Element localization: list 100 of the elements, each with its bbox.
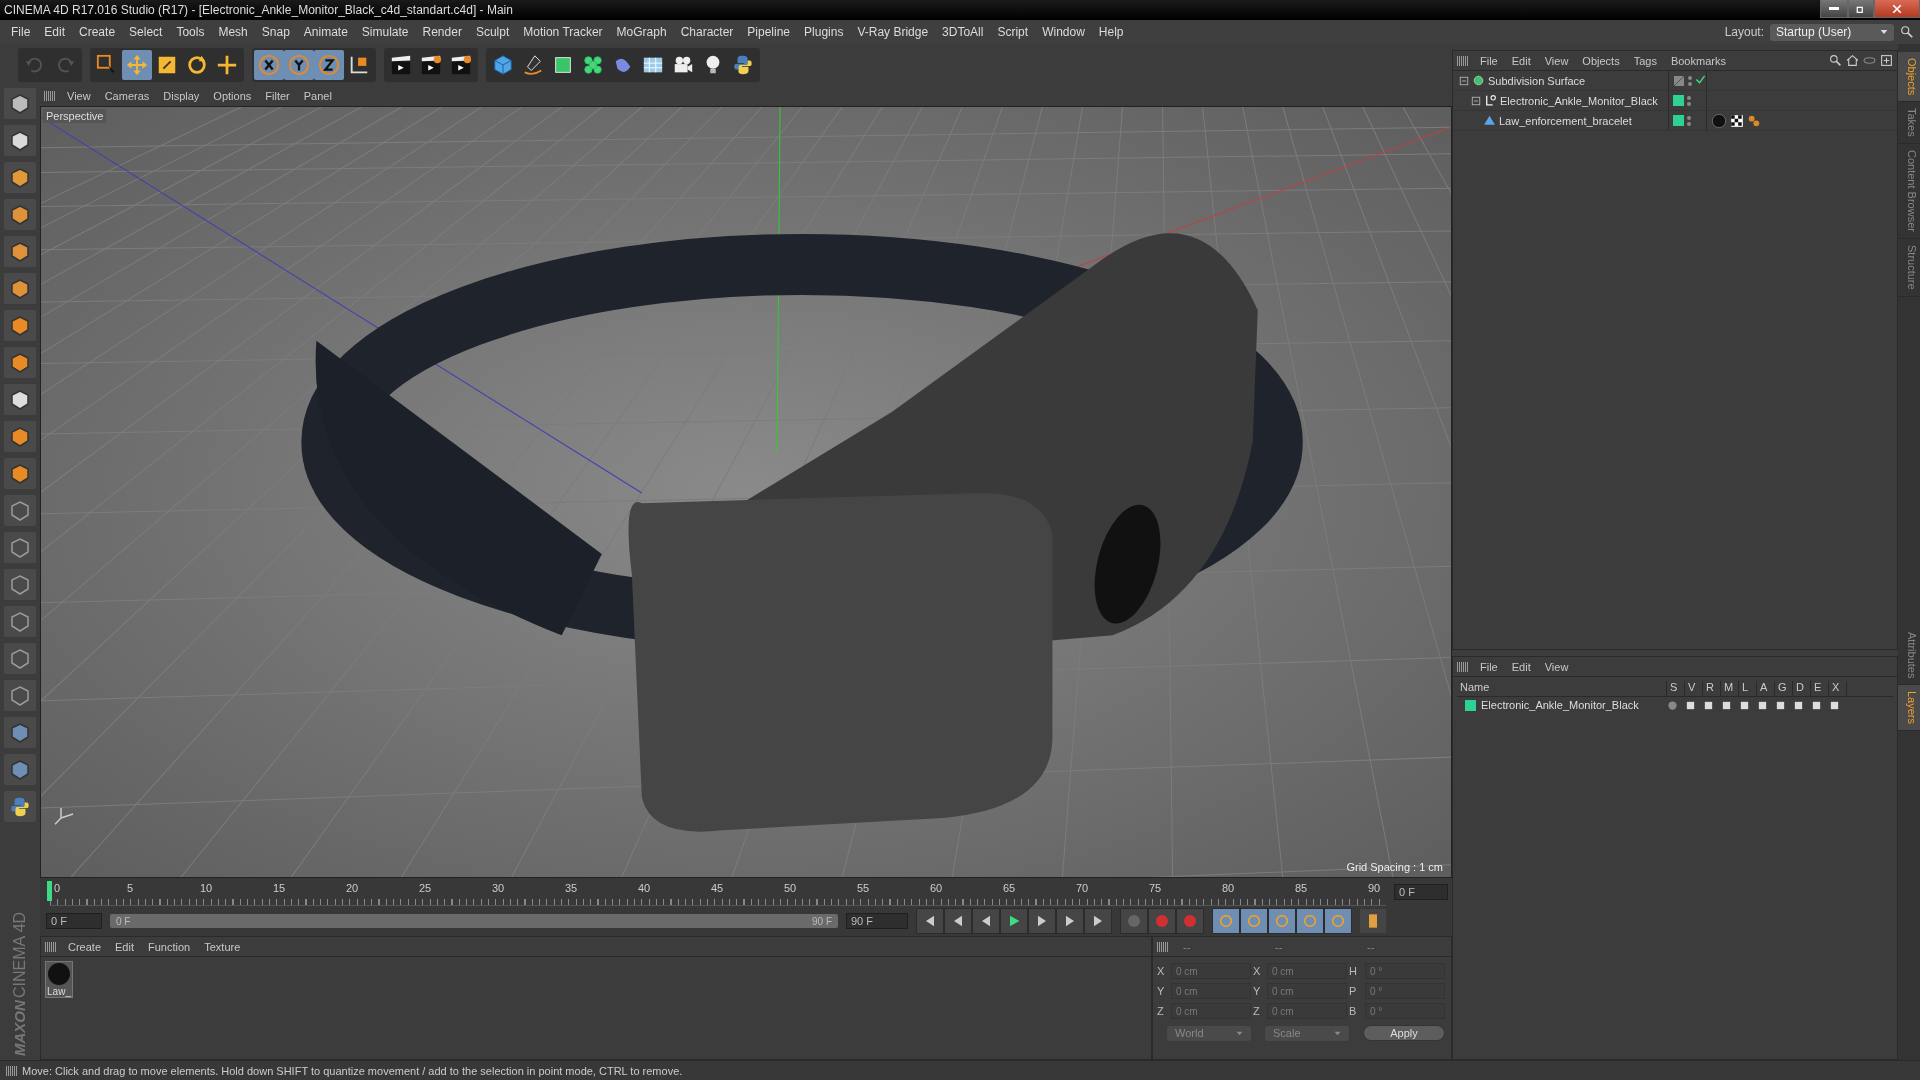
menu-item[interactable]: Objects (1575, 54, 1627, 67)
minimize-button[interactable] (1820, 0, 1848, 18)
toolbar-button[interactable] (254, 50, 284, 80)
visibility-dots-icon[interactable] (1688, 75, 1692, 86)
menu-item[interactable]: Motion Tracker (516, 25, 610, 39)
panel-grip-icon[interactable] (1457, 661, 1469, 672)
column-header[interactable]: R (1703, 681, 1721, 696)
menu-item[interactable]: Edit (37, 25, 73, 39)
timeline-ruler[interactable]: 0 5 10 15 20 25 30 35 40 45 50 55 60 65 70 75 80 85 90 (50, 878, 1386, 906)
panel-grip-icon[interactable] (1157, 941, 1169, 952)
panel-grip-icon[interactable] (1457, 55, 1469, 66)
menu-item[interactable]: Script (990, 25, 1036, 39)
column-header[interactable]: A (1757, 681, 1775, 696)
object-row[interactable]: Law_enforcement_bracelet (1453, 111, 1897, 131)
column-header[interactable]: E (1811, 681, 1829, 696)
menu-item[interactable]: Bookmarks (1663, 54, 1733, 67)
current-frame-field[interactable]: 0 F (1394, 884, 1448, 900)
menu-item[interactable]: Filter (258, 90, 297, 102)
tool-button[interactable] (4, 199, 36, 230)
tool-button[interactable] (4, 458, 36, 489)
tool-button[interactable] (4, 421, 36, 452)
column-header[interactable]: Name (1457, 681, 1667, 696)
menu-item[interactable]: Tags (1626, 54, 1664, 67)
tool-button[interactable] (4, 236, 36, 267)
tool-button[interactable] (4, 347, 36, 378)
tool-button[interactable] (4, 754, 36, 785)
tool-button[interactable] (4, 125, 36, 156)
menu-item[interactable]: Edit (1504, 54, 1538, 67)
column-header[interactable]: V (1685, 681, 1703, 696)
menu-item[interactable]: MoGraph (609, 25, 674, 39)
menu-item[interactable]: Create (61, 940, 109, 953)
column-header[interactable]: S (1667, 681, 1685, 696)
menu-item[interactable]: Render (415, 25, 469, 39)
column-header[interactable]: M (1721, 681, 1739, 696)
menu-item[interactable]: Options (206, 90, 259, 102)
menu-item[interactable]: File (1473, 54, 1505, 67)
end-frame-field[interactable]: 90 F (846, 913, 908, 929)
menu-item[interactable]: Character (673, 25, 741, 39)
menu-item[interactable]: Window (1035, 25, 1092, 39)
transport-button[interactable] (917, 909, 943, 933)
menu-item[interactable]: Texture (197, 940, 248, 953)
menu-item[interactable]: Tools (169, 25, 212, 39)
column-header[interactable]: L (1739, 681, 1757, 696)
layer-row[interactable]: Electronic_Ankle_Monitor_Black (1457, 697, 1893, 713)
tool-button[interactable] (4, 310, 36, 341)
side-tab[interactable]: Objects (1898, 52, 1920, 103)
material-swatch[interactable]: Law_ (45, 961, 73, 998)
menu-item[interactable]: Edit (108, 940, 141, 953)
transport-button[interactable] (945, 909, 971, 933)
column-header[interactable]: G (1775, 681, 1793, 696)
menu-item[interactable]: File (4, 25, 38, 39)
menu-item[interactable]: Simulate (354, 25, 416, 39)
menu-item[interactable]: Select (122, 25, 170, 39)
menu-item[interactable]: Pipeline (740, 25, 798, 39)
menu-item[interactable]: View (1537, 54, 1576, 67)
transport-button[interactable] (1057, 909, 1083, 933)
visibility-dots-icon[interactable] (1687, 115, 1691, 126)
column-header[interactable]: X (1829, 681, 1847, 696)
column-header[interactable]: D (1793, 681, 1811, 696)
menu-item[interactable]: View (1537, 660, 1576, 673)
menu-item[interactable]: Panel (296, 90, 339, 102)
object-row[interactable]: Subdivision Surface (1453, 71, 1897, 91)
tool-button[interactable] (4, 88, 36, 119)
tool-button[interactable] (4, 717, 36, 748)
tool-button[interactable] (4, 791, 36, 822)
layout-dropdown[interactable]: Startup (User) (1770, 23, 1894, 41)
side-tab[interactable]: Content Browser (1898, 144, 1920, 239)
menu-item[interactable]: Plugins (797, 25, 851, 39)
close-button[interactable] (1874, 0, 1920, 18)
menu-item[interactable]: File (1473, 660, 1505, 673)
toolbar-button[interactable] (314, 50, 344, 80)
side-tab[interactable]: Takes (1898, 102, 1920, 145)
panel-grip-icon[interactable] (44, 91, 56, 101)
transport-button[interactable] (1085, 909, 1111, 933)
menu-item[interactable]: Help (1091, 25, 1131, 39)
transport-button[interactable] (1029, 909, 1055, 933)
menu-item[interactable]: Sculpt (468, 25, 517, 39)
side-tab[interactable]: Structure (1898, 239, 1920, 297)
tool-button[interactable] (4, 162, 36, 193)
timeline-layout-button[interactable] (1360, 909, 1386, 933)
range-slider[interactable] (110, 914, 838, 928)
menu-item[interactable]: Snap (254, 25, 297, 39)
menu-item[interactable]: Animate (296, 25, 355, 39)
panel-grip-icon[interactable] (45, 941, 57, 952)
menu-item[interactable]: Edit (1504, 660, 1538, 673)
side-tab[interactable]: Layers (1898, 685, 1920, 732)
menu-item[interactable]: Mesh (211, 25, 255, 39)
menu-item[interactable]: 3DToAll (935, 25, 991, 39)
object-row[interactable]: Electronic_Ankle_Monitor_Black (1453, 91, 1897, 111)
tool-button[interactable] (4, 273, 36, 304)
menu-item[interactable]: Create (72, 25, 123, 39)
apply-button[interactable]: Apply (1363, 1025, 1445, 1041)
transport-button[interactable] (1001, 909, 1027, 933)
viewport[interactable]: Perspective Grid Spacing : 1 cm (40, 106, 1452, 878)
menu-item[interactable]: Cameras (97, 90, 157, 102)
menu-item[interactable]: View (60, 90, 98, 102)
visibility-dots-icon[interactable] (1687, 95, 1691, 106)
start-frame-field[interactable]: 0 F (46, 913, 102, 929)
menu-item[interactable]: V-Ray Bridge (850, 25, 936, 39)
menu-item[interactable]: Display (156, 90, 207, 102)
